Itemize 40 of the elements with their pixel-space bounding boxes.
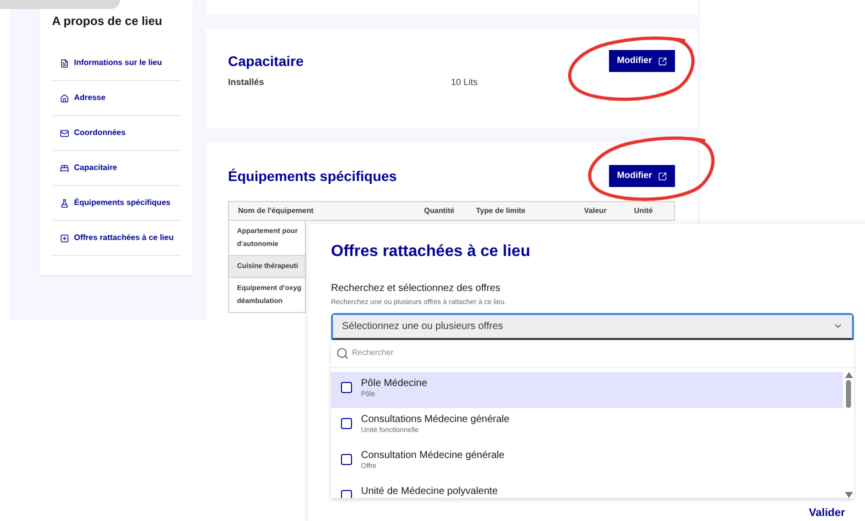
scroll-up-icon[interactable] [844, 372, 852, 378]
search-input[interactable]: Rechercher [352, 347, 849, 359]
checkbox[interactable] [341, 418, 352, 428]
field-label: Recherchez et sélectionnez des offres [331, 282, 502, 296]
sidebar-link[interactable]: Équipements spécifiques [52, 197, 170, 209]
home-icon [60, 94, 69, 102]
sidebar-title: A propos de ce lieu [52, 13, 164, 30]
search-icon [336, 346, 349, 360]
checkbox[interactable] [341, 382, 352, 392]
bed-icon [60, 164, 69, 172]
option-name: Consultations Médecine générale [361, 412, 510, 426]
search-field[interactable]: Rechercher [331, 340, 854, 368]
option-name: Pôle Médecine [361, 376, 428, 390]
document-icon [60, 58, 69, 68]
option-name: Unité de Médecine polyvalente [361, 484, 498, 498]
flask-icon [60, 198, 69, 208]
sidebar-link[interactable]: Informations sur le lieu [52, 57, 162, 69]
option-item[interactable]: Unité de Médecine polyvalente [331, 480, 843, 498]
card-title: Capacitaire [228, 52, 304, 71]
modify-button[interactable]: Modifier [609, 165, 675, 187]
sidebar-link[interactable]: Offres rattachées à ce lieu [52, 232, 174, 244]
sidebar-link[interactable]: Capacitaire [52, 162, 118, 174]
field-value: 10 Lits [451, 76, 478, 89]
external-link-icon [658, 172, 667, 180]
checkbox[interactable] [341, 454, 352, 464]
dialog-title: Offres rattachées à ce lieu [331, 242, 532, 262]
checkbox[interactable] [341, 490, 352, 498]
sidebar-link[interactable]: Adresse [52, 92, 106, 104]
envelope-icon [60, 128, 69, 138]
card-title: Équipements spécifiques [228, 166, 397, 186]
scroll-down-icon[interactable] [844, 492, 852, 498]
validate-button[interactable]: Valider [808, 504, 845, 521]
plus-square-icon [60, 234, 69, 242]
external-link-icon [658, 56, 667, 66]
sidebar-link[interactable]: Coordonnées [52, 127, 126, 139]
option-name: Consultation Médecine générale [361, 448, 504, 462]
select-field[interactable]: Sélectionnez une ou plusieurs offres [333, 314, 852, 340]
field-label: Installés [228, 76, 266, 89]
scrollbar-thumb[interactable] [846, 380, 851, 408]
modify-button[interactable]: Modifier [609, 50, 675, 72]
